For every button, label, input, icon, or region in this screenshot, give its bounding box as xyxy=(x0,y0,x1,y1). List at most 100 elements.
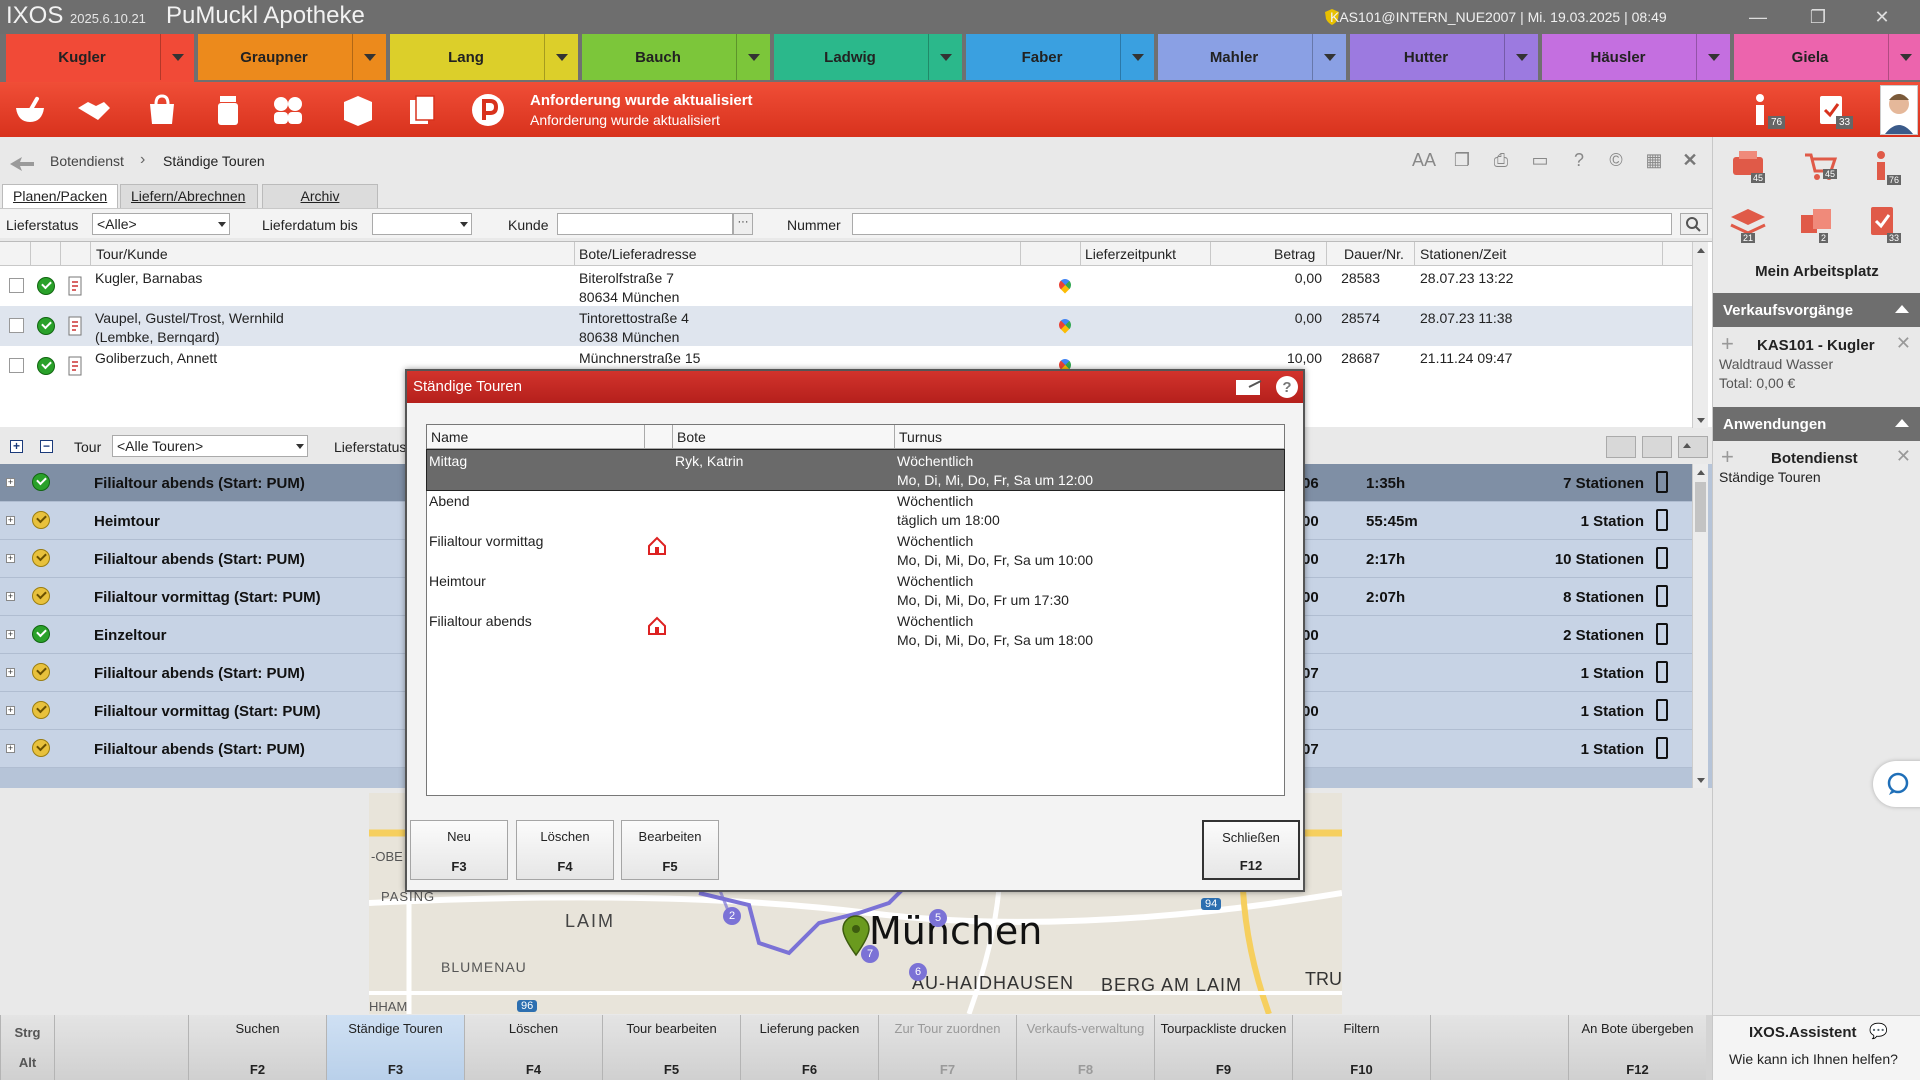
col-lieferzeitpunkt[interactable]: Lieferzeitpunkt xyxy=(1085,246,1176,262)
customer-lookup-button[interactable]: ··· xyxy=(733,213,753,235)
function-key-button[interactable]: Lieferung packen F6 xyxy=(740,1015,878,1080)
document-icon[interactable] xyxy=(68,356,82,376)
collapse-all-button[interactable]: − xyxy=(40,440,53,453)
function-key-button[interactable]: Zur Tour zuordnen F7 xyxy=(878,1015,1016,1080)
orders-scrollbar[interactable] xyxy=(1692,242,1708,428)
map-pin-icon[interactable] xyxy=(1056,316,1074,334)
mobile-device-icon[interactable] xyxy=(1656,699,1668,721)
app-item[interactable]: + Botendienst ✕ Ständige Touren xyxy=(1713,442,1920,486)
number-input[interactable] xyxy=(852,213,1672,235)
delete-button[interactable]: Löschen F4 xyxy=(516,820,614,880)
chevron-down-icon[interactable] xyxy=(1120,34,1154,80)
expand-icon[interactable]: + xyxy=(6,516,15,525)
col-name[interactable]: Name xyxy=(427,425,645,449)
tasks-button[interactable]: 33 xyxy=(1816,92,1860,132)
user-tab[interactable]: Mahler xyxy=(1158,34,1346,80)
mobile-device-icon[interactable] xyxy=(1656,737,1668,759)
col-turnus[interactable]: Turnus xyxy=(895,425,1284,449)
order-row[interactable]: Kugler, Barnabas Biterolfstraße 7 80634 Mü… xyxy=(0,266,1692,306)
plus-icon[interactable]: + xyxy=(1721,444,1734,470)
function-key-button[interactable]: Suchen F2 xyxy=(188,1015,326,1080)
order-row[interactable]: Vaupel, Gustel/Trost, Wernhild (Lembke, B… xyxy=(0,306,1692,346)
sale-item[interactable]: + KAS101 - Kugler ✕ Waldtraud Wasser Tot… xyxy=(1713,327,1920,391)
restore-button[interactable]: ❐ xyxy=(1788,0,1848,34)
close-window-button[interactable]: ✕ xyxy=(1852,0,1912,34)
mobile-device-icon[interactable] xyxy=(1656,585,1668,607)
tab-planen-packen[interactable]: Planen/Packen xyxy=(2,184,118,208)
col-bote[interactable]: Bote xyxy=(673,425,895,449)
row-checkbox[interactable] xyxy=(9,358,24,373)
mobile-device-icon[interactable] xyxy=(1656,509,1668,531)
function-key-button[interactable]: Tourpackliste drucken F9 xyxy=(1154,1015,1292,1080)
search-button[interactable] xyxy=(1680,213,1708,235)
user-tab[interactable]: Graupner xyxy=(198,34,386,80)
document-icon[interactable] xyxy=(68,276,82,296)
list-view-button[interactable] xyxy=(1642,436,1672,458)
map-stop-marker[interactable]: 5 xyxy=(929,909,947,927)
info-button[interactable]: 76 xyxy=(1748,92,1792,132)
expand-icon[interactable]: + xyxy=(6,668,15,677)
customers-icon[interactable] xyxy=(268,90,308,130)
scroll-up-arrow[interactable] xyxy=(1693,242,1709,258)
close-icon[interactable]: ✕ xyxy=(1896,333,1911,354)
permanent-tour-row[interactable]: Filialtour abends Wöchentlich Mo, Di, Mi, … xyxy=(427,610,1284,650)
plus-icon[interactable]: + xyxy=(1721,331,1734,357)
tours-scrollbar[interactable] xyxy=(1692,464,1708,788)
handshake-icon[interactable] xyxy=(74,90,114,130)
expand-icon[interactable]: + xyxy=(6,706,15,715)
documents-icon[interactable] xyxy=(402,90,442,130)
mobile-device-icon[interactable] xyxy=(1656,661,1668,683)
col-dauer-nr[interactable]: Dauer/Nr. xyxy=(1344,246,1404,262)
expand-all-button[interactable]: + xyxy=(10,440,23,453)
chevron-down-icon[interactable] xyxy=(544,34,578,80)
apps-section-header[interactable]: Anwendungen xyxy=(1713,407,1920,441)
map-stop-marker[interactable]: 2 xyxy=(723,907,741,925)
user-tab[interactable]: Lang xyxy=(390,34,578,80)
row-checkbox[interactable] xyxy=(9,278,24,293)
function-key-button[interactable]: Löschen F4 xyxy=(464,1015,602,1080)
col-bote-lieferadresse[interactable]: Bote/Lieferadresse xyxy=(579,246,697,262)
tours-scroll-down[interactable] xyxy=(1693,772,1709,788)
map-pin-icon[interactable] xyxy=(841,915,871,957)
user-tab[interactable]: Giela xyxy=(1734,34,1920,80)
workplace-item[interactable]: 2 xyxy=(1797,205,1837,243)
chevron-down-icon[interactable] xyxy=(1312,34,1346,80)
function-key-button[interactable]: Ständige Touren F3 xyxy=(326,1015,464,1080)
card-view-button[interactable] xyxy=(1606,436,1636,458)
tab-archiv[interactable]: Archiv xyxy=(262,184,378,208)
function-key-button[interactable]: Filtern F10 xyxy=(1292,1015,1430,1080)
workplace-item[interactable]: 45 xyxy=(1729,149,1769,185)
user-tab[interactable]: Hutter xyxy=(1350,34,1538,80)
map-stop-marker[interactable]: 6 xyxy=(909,963,927,981)
workplace-item[interactable]: 21 xyxy=(1729,205,1769,243)
expand-icon[interactable]: + xyxy=(6,630,15,639)
chevron-down-icon[interactable] xyxy=(1696,34,1730,80)
euro-icon[interactable]: © xyxy=(1602,150,1630,176)
user-tab[interactable]: Bauch xyxy=(582,34,770,80)
function-key-button[interactable]: An Bote übergeben F12 xyxy=(1568,1015,1706,1080)
chat-button[interactable] xyxy=(1873,761,1920,807)
payback-icon[interactable] xyxy=(468,90,508,130)
edit-button[interactable]: Bearbeiten F5 xyxy=(621,820,719,880)
permanent-tour-row[interactable]: Heimtour Wöchentlich Mo, Di, Mi, Do, Fr um… xyxy=(427,570,1284,610)
packages-icon[interactable] xyxy=(338,90,378,130)
chevron-down-icon[interactable] xyxy=(1888,34,1920,80)
user-tab[interactable]: Ladwig xyxy=(774,34,962,80)
copy-icon[interactable]: ❐ xyxy=(1448,150,1476,176)
chevron-down-icon[interactable] xyxy=(928,34,962,80)
expand-icon[interactable]: + xyxy=(6,592,15,601)
monitor-icon[interactable]: ▭ xyxy=(1526,150,1554,176)
workplace-item[interactable]: 76 xyxy=(1865,149,1905,185)
tours-scroll-thumb[interactable] xyxy=(1695,482,1706,532)
scroll-down-arrow[interactable] xyxy=(1693,412,1709,428)
document-icon[interactable] xyxy=(68,316,82,336)
function-key-button[interactable]: Verkaufs-verwaltung F8 xyxy=(1016,1015,1154,1080)
mobile-device-icon[interactable] xyxy=(1656,547,1668,569)
expand-icon[interactable]: + xyxy=(6,554,15,563)
chevron-down-icon[interactable] xyxy=(160,34,194,80)
expand-icon[interactable]: + xyxy=(6,744,15,753)
new-button[interactable]: Neu F3 xyxy=(410,820,508,880)
chevron-down-icon[interactable] xyxy=(1504,34,1538,80)
breadcrumb-root[interactable]: Botendienst xyxy=(50,153,124,169)
close-dialog-button[interactable]: Schließen F12 xyxy=(1202,820,1300,880)
